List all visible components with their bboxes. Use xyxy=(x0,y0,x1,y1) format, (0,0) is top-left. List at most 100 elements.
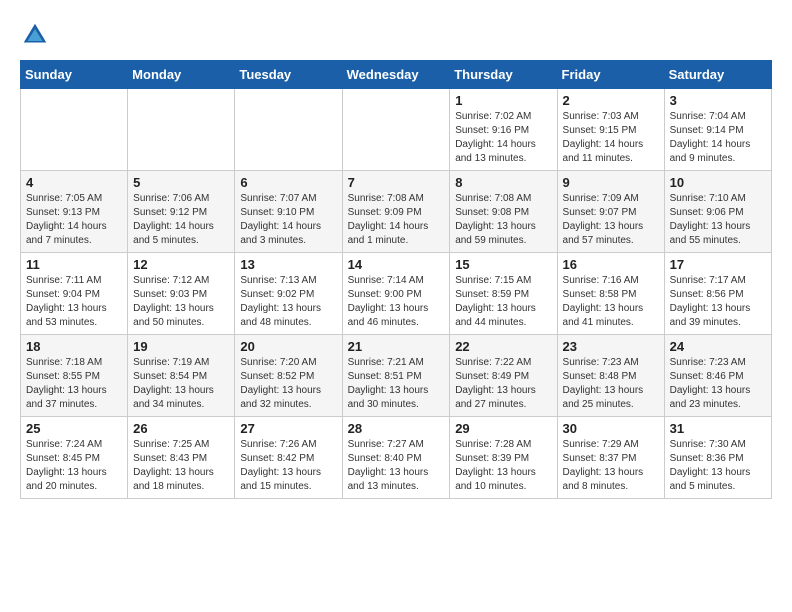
weekday-header: Thursday xyxy=(450,61,557,89)
day-info: Sunrise: 7:24 AM Sunset: 8:45 PM Dayligh… xyxy=(26,438,122,494)
day-number: 21 xyxy=(348,339,445,354)
day-number: 20 xyxy=(240,339,336,354)
day-info: Sunrise: 7:15 AM Sunset: 8:59 PM Dayligh… xyxy=(455,274,551,330)
day-info: Sunrise: 7:14 AM Sunset: 9:00 PM Dayligh… xyxy=(348,274,445,330)
logo xyxy=(20,20,54,50)
calendar-week-row: 4 Sunrise: 7:05 AM Sunset: 9:13 PM Daylig… xyxy=(21,171,772,253)
page-header xyxy=(20,20,772,50)
calendar-cell: 27Sunrise: 7:26 AM Sunset: 8:42 PM Dayli… xyxy=(235,417,342,499)
calendar-cell: 3 Sunrise: 7:04 AM Sunset: 9:14 PM Daylig… xyxy=(664,89,771,171)
day-info: Sunrise: 7:18 AM Sunset: 8:55 PM Dayligh… xyxy=(26,356,122,412)
calendar-cell: 22Sunrise: 7:22 AM Sunset: 8:49 PM Dayli… xyxy=(450,335,557,417)
calendar-week-row: 1Sunrise: 7:02 AM Sunset: 9:16 PM Daylig… xyxy=(21,89,772,171)
calendar-cell: 24 Sunrise: 7:23 AM Sunset: 8:46 PM Dayli… xyxy=(664,335,771,417)
calendar-cell: 9 Sunrise: 7:09 AM Sunset: 9:07 PM Daylig… xyxy=(557,171,664,253)
day-info: Sunrise: 7:23 AM Sunset: 8:48 PM Dayligh… xyxy=(563,356,659,412)
calendar-cell: 10 Sunrise: 7:10 AM Sunset: 9:06 PM Dayli… xyxy=(664,171,771,253)
calendar-week-row: 18 Sunrise: 7:18 AM Sunset: 8:55 PM Dayli… xyxy=(21,335,772,417)
calendar-cell: 29Sunrise: 7:28 AM Sunset: 8:39 PM Dayli… xyxy=(450,417,557,499)
weekday-header: Monday xyxy=(128,61,235,89)
day-info: Sunrise: 7:06 AM Sunset: 9:12 PM Dayligh… xyxy=(133,192,229,248)
day-number: 3 xyxy=(670,93,766,108)
day-number: 10 xyxy=(670,175,766,190)
day-number: 17 xyxy=(670,257,766,272)
calendar-cell: 26 Sunrise: 7:25 AM Sunset: 8:43 PM Dayli… xyxy=(128,417,235,499)
day-info: Sunrise: 7:04 AM Sunset: 9:14 PM Dayligh… xyxy=(670,110,766,166)
calendar-cell: 15 Sunrise: 7:15 AM Sunset: 8:59 PM Dayli… xyxy=(450,253,557,335)
day-info: Sunrise: 7:12 AM Sunset: 9:03 PM Dayligh… xyxy=(133,274,229,330)
calendar-cell: 19 Sunrise: 7:19 AM Sunset: 8:54 PM Dayli… xyxy=(128,335,235,417)
day-number: 7 xyxy=(348,175,445,190)
calendar-cell: 28Sunrise: 7:27 AM Sunset: 8:40 PM Dayli… xyxy=(342,417,450,499)
day-number: 25 xyxy=(26,421,122,436)
calendar-cell: 21Sunrise: 7:21 AM Sunset: 8:51 PM Dayli… xyxy=(342,335,450,417)
calendar-cell xyxy=(235,89,342,171)
day-number: 23 xyxy=(563,339,659,354)
calendar-cell: 23 Sunrise: 7:23 AM Sunset: 8:48 PM Dayli… xyxy=(557,335,664,417)
day-number: 5 xyxy=(133,175,229,190)
weekday-header: Tuesday xyxy=(235,61,342,89)
day-info: Sunrise: 7:09 AM Sunset: 9:07 PM Dayligh… xyxy=(563,192,659,248)
calendar-cell: 8 Sunrise: 7:08 AM Sunset: 9:08 PM Daylig… xyxy=(450,171,557,253)
day-number: 1 xyxy=(455,93,551,108)
calendar-cell: 6Sunrise: 7:07 AM Sunset: 9:10 PM Daylig… xyxy=(235,171,342,253)
calendar-cell: 7 Sunrise: 7:08 AM Sunset: 9:09 PM Daylig… xyxy=(342,171,450,253)
day-info: Sunrise: 7:05 AM Sunset: 9:13 PM Dayligh… xyxy=(26,192,122,248)
calendar-cell: 20 Sunrise: 7:20 AM Sunset: 8:52 PM Dayli… xyxy=(235,335,342,417)
day-info: Sunrise: 7:22 AM Sunset: 8:49 PM Dayligh… xyxy=(455,356,551,412)
day-number: 30 xyxy=(563,421,659,436)
day-number: 31 xyxy=(670,421,766,436)
day-info: Sunrise: 7:07 AM Sunset: 9:10 PM Dayligh… xyxy=(240,192,336,248)
weekday-header: Friday xyxy=(557,61,664,89)
day-info: Sunrise: 7:08 AM Sunset: 9:08 PM Dayligh… xyxy=(455,192,551,248)
day-info: Sunrise: 7:03 AM Sunset: 9:15 PM Dayligh… xyxy=(563,110,659,166)
calendar-cell: 17 Sunrise: 7:17 AM Sunset: 8:56 PM Dayli… xyxy=(664,253,771,335)
day-number: 26 xyxy=(133,421,229,436)
day-number: 9 xyxy=(563,175,659,190)
day-info: Sunrise: 7:13 AM Sunset: 9:02 PM Dayligh… xyxy=(240,274,336,330)
logo-icon xyxy=(20,20,50,50)
day-number: 2 xyxy=(563,93,659,108)
day-info: Sunrise: 7:17 AM Sunset: 8:56 PM Dayligh… xyxy=(670,274,766,330)
day-number: 8 xyxy=(455,175,551,190)
calendar-cell xyxy=(342,89,450,171)
calendar-cell: 13 Sunrise: 7:13 AM Sunset: 9:02 PM Dayli… xyxy=(235,253,342,335)
calendar-cell: 14 Sunrise: 7:14 AM Sunset: 9:00 PM Dayli… xyxy=(342,253,450,335)
day-number: 11 xyxy=(26,257,122,272)
day-info: Sunrise: 7:27 AM Sunset: 8:40 PM Dayligh… xyxy=(348,438,445,494)
day-number: 14 xyxy=(348,257,445,272)
day-info: Sunrise: 7:29 AM Sunset: 8:37 PM Dayligh… xyxy=(563,438,659,494)
day-info: Sunrise: 7:11 AM Sunset: 9:04 PM Dayligh… xyxy=(26,274,122,330)
calendar-week-row: 11 Sunrise: 7:11 AM Sunset: 9:04 PM Dayli… xyxy=(21,253,772,335)
calendar-cell: 2 Sunrise: 7:03 AM Sunset: 9:15 PM Daylig… xyxy=(557,89,664,171)
day-info: Sunrise: 7:16 AM Sunset: 8:58 PM Dayligh… xyxy=(563,274,659,330)
calendar-cell: 16 Sunrise: 7:16 AM Sunset: 8:58 PM Dayli… xyxy=(557,253,664,335)
calendar-cell: 18 Sunrise: 7:18 AM Sunset: 8:55 PM Dayli… xyxy=(21,335,128,417)
day-info: Sunrise: 7:30 AM Sunset: 8:36 PM Dayligh… xyxy=(670,438,766,494)
day-number: 16 xyxy=(563,257,659,272)
day-number: 15 xyxy=(455,257,551,272)
day-info: Sunrise: 7:19 AM Sunset: 8:54 PM Dayligh… xyxy=(133,356,229,412)
day-info: Sunrise: 7:28 AM Sunset: 8:39 PM Dayligh… xyxy=(455,438,551,494)
calendar-cell: 11 Sunrise: 7:11 AM Sunset: 9:04 PM Dayli… xyxy=(21,253,128,335)
calendar-cell xyxy=(128,89,235,171)
day-number: 24 xyxy=(670,339,766,354)
calendar-cell: 30 Sunrise: 7:29 AM Sunset: 8:37 PM Dayli… xyxy=(557,417,664,499)
day-info: Sunrise: 7:20 AM Sunset: 8:52 PM Dayligh… xyxy=(240,356,336,412)
calendar-cell: 5 Sunrise: 7:06 AM Sunset: 9:12 PM Daylig… xyxy=(128,171,235,253)
day-info: Sunrise: 7:08 AM Sunset: 9:09 PM Dayligh… xyxy=(348,192,445,248)
day-info: Sunrise: 7:10 AM Sunset: 9:06 PM Dayligh… xyxy=(670,192,766,248)
day-number: 19 xyxy=(133,339,229,354)
weekday-header: Saturday xyxy=(664,61,771,89)
day-number: 18 xyxy=(26,339,122,354)
calendar-week-row: 25 Sunrise: 7:24 AM Sunset: 8:45 PM Dayli… xyxy=(21,417,772,499)
day-number: 4 xyxy=(26,175,122,190)
calendar-cell: 1Sunrise: 7:02 AM Sunset: 9:16 PM Daylig… xyxy=(450,89,557,171)
day-number: 13 xyxy=(240,257,336,272)
day-info: Sunrise: 7:26 AM Sunset: 8:42 PM Dayligh… xyxy=(240,438,336,494)
day-info: Sunrise: 7:25 AM Sunset: 8:43 PM Dayligh… xyxy=(133,438,229,494)
day-info: Sunrise: 7:23 AM Sunset: 8:46 PM Dayligh… xyxy=(670,356,766,412)
weekday-header: Wednesday xyxy=(342,61,450,89)
calendar-cell xyxy=(21,89,128,171)
calendar-cell: 25 Sunrise: 7:24 AM Sunset: 8:45 PM Dayli… xyxy=(21,417,128,499)
